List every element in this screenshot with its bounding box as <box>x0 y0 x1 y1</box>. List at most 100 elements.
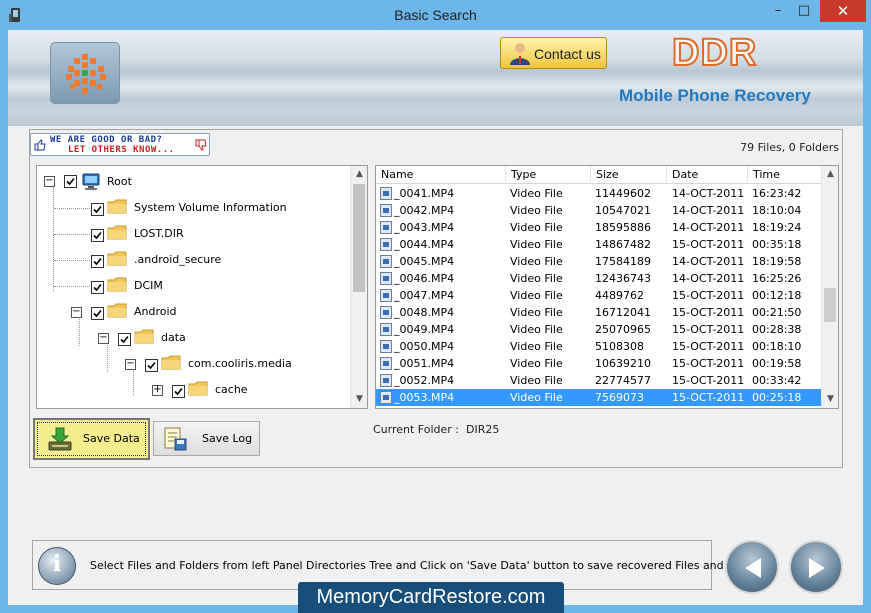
tree-checkbox[interactable] <box>172 385 185 398</box>
tree-node-android[interactable]: − Android <box>37 302 347 322</box>
column-header-name[interactable]: Name <box>376 166 506 184</box>
status-message: Select Files and Folders from left Panel… <box>90 559 771 572</box>
tree-checkbox[interactable] <box>64 175 77 188</box>
save-data-label: Save Data <box>83 432 140 445</box>
tree-connector <box>54 260 90 261</box>
app-window: Basic Search – □ ✕ Contact us DDR Mobile… <box>0 0 871 613</box>
current-folder: Current Folder : DIR25 <box>373 423 499 436</box>
file-cell-date: 15-OCT-2011 <box>672 374 745 387</box>
file-cell-size: 14867482 <box>595 238 651 251</box>
video-file-icon <box>380 357 392 370</box>
video-file-icon <box>380 306 392 319</box>
file-row[interactable]: _0044.MP4 Video File 14867482 15-OCT-2011 00… <box>376 236 822 253</box>
file-row[interactable]: _0043.MP4 Video File 18595886 14-OCT-2011 18… <box>376 219 822 236</box>
tree-checkbox[interactable] <box>91 203 104 216</box>
scroll-down-icon[interactable]: ▼ <box>822 391 838 408</box>
tree-node-dcim[interactable]: DCIM <box>37 276 347 296</box>
file-cell-type: Video File <box>510 204 563 217</box>
file-row[interactable]: _0042.MP4 Video File 10547021 14-OCT-2011 18… <box>376 202 822 219</box>
info-icon: i <box>38 547 76 585</box>
file-cell-type: Video File <box>510 357 563 370</box>
file-cell-size: 4489762 <box>595 289 644 302</box>
tree-checkbox[interactable] <box>91 255 104 268</box>
tree-collapse-toggle[interactable]: − <box>98 333 109 344</box>
file-row[interactable]: _0041.MP4 Video File 11449602 14-OCT-2011 16… <box>376 185 822 202</box>
file-cell-type: Video File <box>510 323 563 336</box>
save-log-button[interactable]: Save Log <box>153 421 260 456</box>
save-log-label: Save Log <box>202 432 253 445</box>
title-bar[interactable]: Basic Search – □ ✕ <box>0 0 871 30</box>
video-file-icon <box>380 340 392 353</box>
tree-node-data[interactable]: − data <box>37 328 347 348</box>
file-row[interactable]: _0045.MP4 Video File 17584189 14-OCT-2011 18… <box>376 253 822 270</box>
file-list[interactable]: Name Type Size Date Time _0041.MP4 Video … <box>375 165 839 409</box>
tree-scrollbar[interactable]: ▲ ▼ <box>350 166 367 408</box>
video-file-icon <box>380 391 392 404</box>
file-cell-name: _0043.MP4 <box>394 221 455 234</box>
column-header-size[interactable]: Size <box>591 166 667 184</box>
file-row[interactable]: _0053.MP4 Video File 7569073 15-OCT-2011 00:… <box>376 389 822 406</box>
minimize-button[interactable]: – <box>765 0 791 22</box>
website-label: MemoryCardRestore.com <box>316 586 546 608</box>
file-cell-date: 15-OCT-2011 <box>672 306 745 319</box>
video-file-icon <box>380 272 392 285</box>
tree-checkbox[interactable] <box>91 229 104 242</box>
tree-checkbox[interactable] <box>145 359 158 372</box>
scroll-up-icon[interactable]: ▲ <box>351 166 367 183</box>
file-row[interactable]: _0046.MP4 Video File 12436743 14-OCT-2011 16… <box>376 270 822 287</box>
forward-arrow-icon <box>809 558 825 578</box>
tree-node-cache[interactable]: + cache <box>37 380 347 400</box>
feedback-line-2: LET OTHERS KNOW... <box>68 145 175 155</box>
tree-node-com-cooliris-media[interactable]: − com.cooliris.media <box>37 354 347 374</box>
file-row[interactable]: _0051.MP4 Video File 10639210 15-OCT-2011 00… <box>376 355 822 372</box>
tree-node-lost-dir[interactable]: LOST.DIR <box>37 224 347 244</box>
file-cell-time: 18:10:04 <box>752 204 802 217</box>
scrollbar-thumb[interactable] <box>353 184 365 292</box>
save-data-button[interactable]: Save Data <box>33 418 150 460</box>
file-row[interactable]: _0047.MP4 Video File 4489762 15-OCT-2011 00:… <box>376 287 822 304</box>
tree-checkbox[interactable] <box>118 333 131 346</box>
tree-node-system-volume-information[interactable]: System Volume Information <box>37 198 347 218</box>
thumbs-down-icon <box>195 139 207 151</box>
file-cell-date: 14-OCT-2011 <box>672 187 745 200</box>
directory-tree[interactable]: − Root System Volume Information LOST.DI… <box>36 165 368 409</box>
contact-us-button[interactable]: Contact us <box>500 37 607 69</box>
tree-collapse-toggle[interactable]: − <box>71 307 82 318</box>
file-row[interactable]: _0048.MP4 Video File 16712041 15-OCT-2011 00… <box>376 304 822 321</box>
file-cell-time: 00:35:18 <box>752 238 802 251</box>
forward-button[interactable] <box>789 540 843 594</box>
close-button[interactable]: ✕ <box>820 0 866 22</box>
back-arrow-icon <box>745 558 761 578</box>
file-cell-name: _0042.MP4 <box>394 204 455 217</box>
column-header-time[interactable]: Time <box>748 166 822 184</box>
file-row[interactable]: _0052.MP4 Video File 22774577 15-OCT-2011 00… <box>376 372 822 389</box>
scroll-up-icon[interactable]: ▲ <box>822 166 838 183</box>
file-cell-date: 14-OCT-2011 <box>672 221 745 234</box>
maximize-button[interactable]: □ <box>791 0 817 22</box>
current-folder-label: Current Folder : <box>373 423 460 436</box>
column-header-date[interactable]: Date <box>667 166 748 184</box>
feedback-banner[interactable]: WE ARE GOOD OR BAD? LET OTHERS KNOW... <box>30 133 210 156</box>
tree-collapse-toggle[interactable]: − <box>125 359 136 370</box>
column-header-type[interactable]: Type <box>506 166 591 184</box>
tree-node-root[interactable]: − Root <box>37 172 347 192</box>
file-list-scrollbar[interactable]: ▲ ▼ <box>821 166 838 408</box>
tree-node-android-secure[interactable]: .android_secure <box>37 250 347 270</box>
back-button[interactable] <box>725 540 779 594</box>
file-cell-size: 12436743 <box>595 272 651 285</box>
logo-grid-icon <box>66 54 106 94</box>
file-cell-name: _0044.MP4 <box>394 238 455 251</box>
file-cell-type: Video File <box>510 306 563 319</box>
tree-checkbox[interactable] <box>91 281 104 294</box>
tree-checkbox[interactable] <box>91 307 104 320</box>
tree-expand-toggle[interactable]: + <box>152 385 163 396</box>
file-cell-time: 00:18:10 <box>752 340 802 353</box>
scroll-down-icon[interactable]: ▼ <box>351 391 367 408</box>
file-row[interactable]: _0049.MP4 Video File 25070965 15-OCT-2011 00… <box>376 321 822 338</box>
folder-icon <box>134 329 154 344</box>
scrollbar-thumb[interactable] <box>824 288 836 322</box>
tree-collapse-toggle[interactable]: − <box>44 176 55 187</box>
video-file-icon <box>380 255 392 268</box>
file-cell-name: _0053.MP4 <box>394 391 455 404</box>
file-row[interactable]: _0050.MP4 Video File 5108308 15-OCT-2011 00:… <box>376 338 822 355</box>
